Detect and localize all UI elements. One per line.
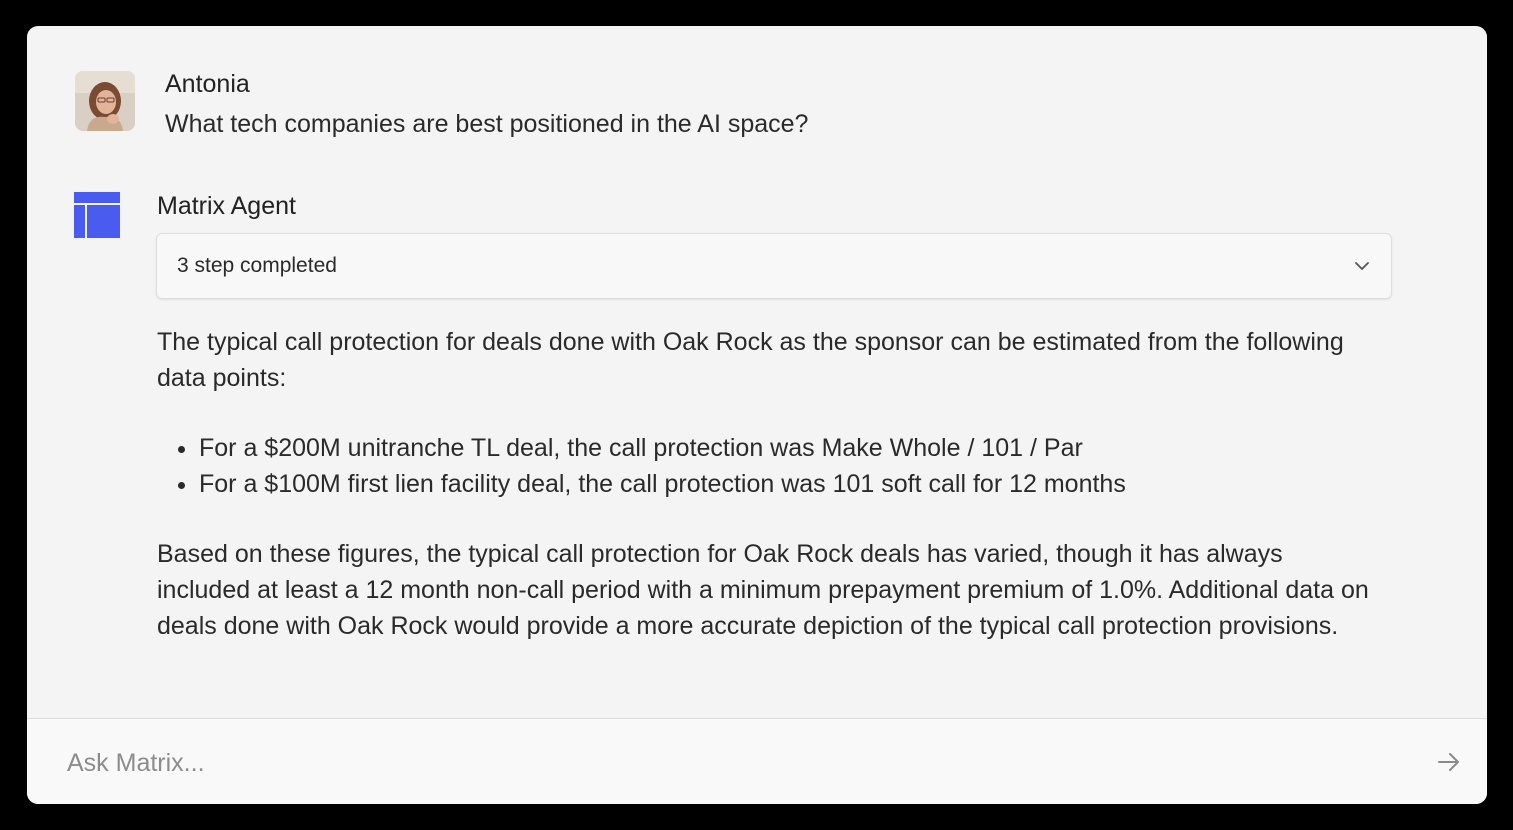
list-item: For a $200M unitranche TL deal, the call… <box>199 430 1377 466</box>
list-item: For a $100M first lien facility deal, th… <box>199 466 1377 502</box>
user-avatar <box>75 71 135 131</box>
chat-window: Antonia What tech companies are best pos… <box>27 26 1487 804</box>
agent-answer: The typical call protection for deals do… <box>157 324 1377 644</box>
answer-conclusion: Based on these figures, the typical call… <box>157 540 1369 640</box>
agent-name: Matrix Agent <box>157 192 296 220</box>
answer-intro: The typical call protection for deals do… <box>157 328 1344 392</box>
steps-dropdown[interactable]: 3 step completed <box>156 233 1392 299</box>
ask-input[interactable] <box>65 743 1389 783</box>
user-question: What tech companies are best positioned … <box>165 110 809 138</box>
arrow-right-icon[interactable] <box>1435 749 1463 775</box>
answer-bullets: For a $200M unitranche TL deal, the call… <box>157 430 1377 502</box>
steps-label: 3 step completed <box>177 254 337 277</box>
user-name: Antonia <box>165 70 250 98</box>
matrix-logo-icon <box>74 192 120 238</box>
composer <box>27 719 1487 804</box>
chevron-down-icon <box>1353 257 1371 275</box>
